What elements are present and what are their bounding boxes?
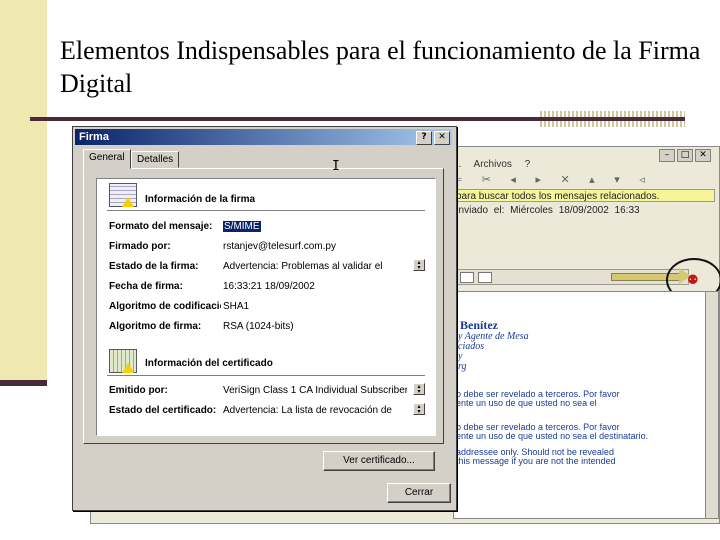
sender-subtitle: rg <box>458 361 467 372</box>
scroll-spinner-icon[interactable]: ▴ ▾ <box>413 383 425 395</box>
signature-status-value[interactable]: Advertencia: Problemas al validar el <box>223 261 383 272</box>
view-certificate-button[interactable]: Ver certificado... <box>323 451 435 471</box>
body-line: ente un uso de que usted no sea el desti… <box>456 431 649 441</box>
background-window-controls: – □ ✕ <box>659 149 711 162</box>
general-tab-panel: Información de la firma Formato del mens… <box>83 168 444 444</box>
field-label: Estado de la firma: <box>109 261 199 272</box>
certificate-status-value[interactable]: Advertencia: La lista de revocación de <box>223 405 407 416</box>
maximize-icon[interactable]: □ <box>677 149 693 162</box>
signature-dialog: Firma ? ✕ General Detalles Información d… <box>72 126 457 511</box>
dialog-title: Firma <box>79 131 109 143</box>
field-label: Algoritmo de firma: <box>109 321 202 332</box>
slide-left-band <box>0 0 47 385</box>
section-divider <box>107 210 425 214</box>
scroll-spinner-icon[interactable]: ▴ ▾ <box>413 403 425 415</box>
field-label: Estado del certificado: <box>109 405 217 416</box>
section-divider <box>107 375 425 379</box>
field-label: Formato del mensaje: <box>109 221 213 232</box>
help-button[interactable]: ? <box>416 131 432 145</box>
message-format-value[interactable]: S/MIME <box>223 221 261 232</box>
tab-general[interactable]: General <box>83 149 131 169</box>
field-label: Firmado por: <box>109 241 171 252</box>
close-button[interactable]: Cerrar <box>387 483 451 503</box>
hash-algorithm-value[interactable]: SHA1 <box>223 301 249 312</box>
red-seal-icon[interactable]: ⚉ <box>687 273 699 288</box>
close-icon[interactable]: ✕ <box>695 149 711 162</box>
body-line: this message if you are not the intended <box>456 456 616 466</box>
text-cursor-icon: I <box>332 159 340 174</box>
signature-info-area: Información de la firma Formato del mens… <box>96 178 436 436</box>
signed-by-value[interactable]: rstanjev@telesurf.com.py <box>223 241 336 252</box>
slide-left-accent <box>0 380 47 386</box>
certificate-section-title: Información del certificado <box>145 358 273 369</box>
signing-time-value[interactable]: 16:33:21 18/09/2002 <box>223 281 315 292</box>
background-message-body: Benítez y Agente de Mesa ciados y rg o d… <box>453 291 707 519</box>
title-rule <box>30 117 685 121</box>
field-label: Fecha de firma: <box>109 281 183 292</box>
field-label: Emitido por: <box>109 385 168 396</box>
field-label: Algoritmo de codificación: <box>109 301 221 312</box>
background-scrollbar[interactable] <box>705 291 719 519</box>
scroll-spinner-icon[interactable]: ▴ ▾ <box>413 259 425 271</box>
background-info-bar: para buscar todos los mensajes relaciona… <box>453 189 715 202</box>
tab-detalles[interactable]: Detalles <box>131 151 180 168</box>
strip-box <box>460 272 474 283</box>
slide-title: Elementos Indispensables para el funcion… <box>60 36 701 98</box>
issued-by-value[interactable]: VeriSign Class 1 CA Individual Subscribe… <box>223 385 407 396</box>
minimize-icon[interactable]: – <box>659 149 675 162</box>
background-sent-line: enviado el: Miércoles 18/09/2002 16:33 <box>453 205 640 216</box>
signature-algorithm-value[interactable]: RSA (1024-bits) <box>223 321 294 332</box>
close-icon[interactable]: ✕ <box>434 131 450 145</box>
warning-icon <box>122 197 134 207</box>
dialog-titlebar[interactable]: Firma ? ✕ <box>75 129 452 145</box>
warning-icon <box>122 363 134 373</box>
background-menu-bar[interactable]: ... Archivos ? <box>453 159 530 170</box>
body-line: ente un uso de que usted no sea el <box>456 398 597 408</box>
signature-section-title: Información de la firma <box>145 194 256 205</box>
strip-box <box>478 272 492 283</box>
